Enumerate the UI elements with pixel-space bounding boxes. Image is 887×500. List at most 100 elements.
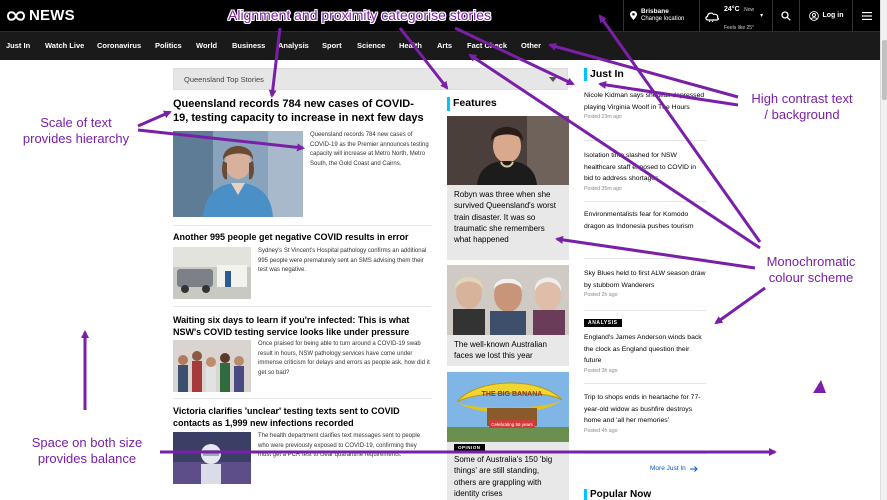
feature-card[interactable]: The well-known Australian faces we lost … bbox=[447, 265, 569, 366]
just-in-item[interactable]: Sky Blues held to first ALW season draw … bbox=[584, 268, 706, 298]
annotation-space-line1: Space on both size bbox=[31, 435, 143, 450]
annotation-scale-line2: provides hierarchy bbox=[22, 131, 130, 146]
feature-card[interactable]: THE BIG BANANA Celebrating 56 years Some… bbox=[447, 372, 569, 500]
menu-button[interactable] bbox=[852, 0, 880, 31]
popular-now-heading: Popular Now bbox=[584, 489, 651, 500]
annotation-space: Space on both size provides balance bbox=[22, 435, 152, 467]
just-in-item[interactable]: Environmentalists fear for Komodo dragon… bbox=[584, 209, 706, 232]
just-in-item[interactable]: Trip to shops ends in heartache for 77-y… bbox=[584, 392, 706, 434]
location-pin-icon bbox=[630, 11, 637, 20]
annotation-mono-line2: colour scheme bbox=[768, 270, 854, 285]
logo-text: NEWS bbox=[29, 7, 75, 24]
location-selector[interactable]: Brisbane Change location bbox=[623, 0, 699, 31]
nav-item-world[interactable]: World bbox=[196, 41, 217, 50]
nav-item-fact-check[interactable]: Fact Check bbox=[467, 41, 507, 50]
story-image[interactable] bbox=[173, 340, 251, 392]
story-divider bbox=[173, 225, 431, 226]
just-in-divider bbox=[584, 258, 706, 259]
story-headline[interactable]: Another 995 people get negative COVID re… bbox=[173, 232, 428, 244]
user-icon bbox=[808, 10, 819, 21]
abc-logo-icon bbox=[6, 8, 26, 24]
story-divider bbox=[173, 398, 431, 399]
just-in-divider bbox=[584, 140, 706, 141]
story-headline[interactable]: Waiting six days to learn if you're infe… bbox=[173, 315, 428, 338]
annotation-scale: Scale of text provides hierarchy bbox=[14, 115, 138, 147]
just-in-time: Posted 4h ago bbox=[584, 427, 618, 434]
just-in-title: Trip to shops ends in heartache for 77-y… bbox=[584, 394, 701, 424]
annotation-space-line2: provides balance bbox=[37, 451, 137, 466]
just-in-divider bbox=[584, 201, 706, 202]
feature-image: THE BIG BANANA Celebrating 56 years bbox=[447, 372, 569, 442]
annotation-contrast-line2: / background bbox=[764, 107, 840, 122]
temperature-value: 24°C bbox=[724, 5, 740, 13]
nav-item-other[interactable]: Other bbox=[521, 41, 541, 50]
story-summary: Sydney's St Vincent's Hospital pathology… bbox=[258, 248, 427, 274]
more-just-in-label: More Just In bbox=[650, 465, 686, 472]
annotation-contrast: High contrast text / background bbox=[738, 91, 866, 123]
just-in-item[interactable]: Nicole Kidman says she was depressed pla… bbox=[584, 90, 706, 120]
feature-card[interactable]: Robyn was three when she survived Queens… bbox=[447, 116, 569, 260]
just-in-time: Posted 3h ago bbox=[584, 367, 618, 374]
nav-item-politics[interactable]: Politics bbox=[155, 41, 182, 50]
change-location-link[interactable]: Change location bbox=[641, 16, 684, 22]
nav-item-coronavirus[interactable]: Coronavirus bbox=[97, 41, 141, 50]
just-in-title: Sky Blues held to first ALW season draw … bbox=[584, 270, 706, 289]
search-button[interactable] bbox=[772, 0, 799, 31]
just-in-item[interactable]: Isolation time slashed for NSW healthcar… bbox=[584, 150, 706, 192]
banana-banner-text: Celebrating 56 years bbox=[491, 422, 533, 427]
hamburger-menu-icon bbox=[861, 11, 872, 20]
story-headline[interactable]: Victoria clarifies 'unclear' testing tex… bbox=[173, 406, 428, 429]
feature-image bbox=[447, 116, 569, 185]
just-in-title: Environmentalists fear for Komodo dragon… bbox=[584, 211, 694, 230]
lead-story-summary: Queensland records 784 new cases of COVI… bbox=[310, 132, 429, 167]
story-image[interactable] bbox=[173, 247, 251, 299]
abc-news-logo[interactable]: NEWS bbox=[6, 7, 75, 24]
login-label: Log in bbox=[822, 12, 844, 19]
weather-widget[interactable]: 24°C Now Feels like 25° ▾ bbox=[699, 0, 771, 31]
just-in-divider bbox=[584, 310, 706, 311]
temperature-now-label: Now bbox=[744, 6, 755, 13]
just-in-divider bbox=[584, 453, 706, 454]
just-in-time: Posted 2h ago bbox=[584, 292, 618, 298]
nav-item-health[interactable]: Health bbox=[399, 41, 422, 50]
lead-story-headline[interactable]: Queensland records 784 new cases of COVI… bbox=[173, 97, 428, 125]
analysis-tag: ANALYSIS bbox=[584, 319, 622, 327]
feature-card-text: The well-known Australian faces we lost … bbox=[454, 340, 547, 361]
arrow-right-icon bbox=[689, 465, 698, 472]
nav-item-sport[interactable]: Sport bbox=[322, 41, 342, 50]
just-in-title: Isolation time slashed for NSW healthcar… bbox=[584, 152, 697, 182]
region-dropdown[interactable]: Queensland Top Stories bbox=[173, 68, 568, 90]
annotation-mono-line1: Monochromatic bbox=[766, 254, 856, 269]
annotation-mono: Monochromatic colour scheme bbox=[758, 254, 864, 286]
main-nav: Just In Watch Live Coronavirus Politics … bbox=[0, 31, 880, 60]
just-in-time: Posted 23m ago bbox=[584, 114, 622, 120]
annotation-contrast-line1: High contrast text bbox=[751, 91, 853, 106]
feature-card-text: Robyn was three when she survived Queens… bbox=[454, 190, 557, 245]
just-in-item[interactable]: England's James Anderson winds back the … bbox=[584, 332, 706, 374]
nav-item-business[interactable]: Business bbox=[232, 41, 265, 50]
weather-cloud-icon bbox=[705, 12, 719, 22]
story-divider bbox=[173, 306, 431, 307]
opinion-tag: OPINION bbox=[454, 444, 485, 451]
chevron-down-icon bbox=[549, 77, 557, 82]
annotation-scale-line1: Scale of text bbox=[40, 115, 112, 130]
location-city: Brisbane bbox=[641, 8, 669, 15]
nav-item-analysis[interactable]: Analysis bbox=[278, 41, 309, 50]
search-icon bbox=[781, 10, 791, 21]
story-image[interactable] bbox=[173, 432, 251, 484]
page-scrollbar[interactable] bbox=[880, 0, 887, 500]
more-just-in-link[interactable]: More Just In bbox=[650, 465, 698, 472]
story-summary: The health department clarifies text mes… bbox=[258, 433, 421, 459]
just-in-divider bbox=[584, 383, 706, 384]
lead-story-image[interactable] bbox=[173, 131, 303, 217]
nav-item-science[interactable]: Science bbox=[357, 41, 385, 50]
scrollbar-thumb[interactable] bbox=[882, 40, 887, 100]
nav-item-just-in[interactable]: Just In bbox=[6, 41, 30, 50]
login-button[interactable]: Log in bbox=[799, 0, 852, 31]
nav-item-watch-live[interactable]: Watch Live bbox=[45, 41, 84, 50]
just-in-time: Posted 35m ago bbox=[584, 185, 622, 192]
just-in-title: England's James Anderson winds back the … bbox=[584, 334, 702, 364]
region-dropdown-label: Queensland Top Stories bbox=[184, 75, 264, 84]
chevron-down-icon: ▾ bbox=[760, 13, 764, 19]
nav-item-arts[interactable]: Arts bbox=[437, 41, 452, 50]
